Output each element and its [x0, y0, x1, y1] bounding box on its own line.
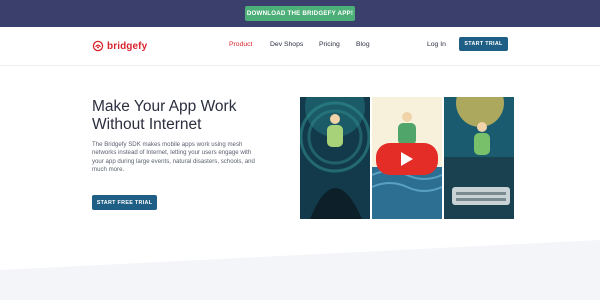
brand-logo[interactable]: bridgefy — [92, 38, 147, 54]
login-link[interactable]: Log In — [427, 41, 446, 48]
brand-name: bridgefy — [107, 40, 148, 52]
download-app-button[interactable]: DOWNLOAD THE BRIDGEFY APP! — [245, 6, 355, 21]
announcement-bar: DOWNLOAD THE BRIDGEFY APP! — [0, 0, 600, 27]
section-divider — [0, 240, 600, 300]
nav-blog[interactable]: Blog — [356, 41, 370, 48]
bridgefy-logo-icon — [92, 40, 104, 52]
main-navigation: bridgefy Product Dev Shops Pricing Blog … — [0, 27, 600, 66]
nav-dev-shops[interactable]: Dev Shops — [270, 41, 303, 48]
start-trial-button[interactable]: START TRIAL — [459, 37, 508, 51]
play-icon[interactable] — [376, 143, 438, 175]
hero-description: The Bridgefy SDK makes mobile apps work … — [92, 141, 255, 174]
hero-title: Make Your App Work Without Internet — [92, 98, 237, 133]
nav-pricing[interactable]: Pricing — [319, 41, 340, 48]
promo-video[interactable] — [300, 97, 514, 219]
start-free-trial-button[interactable]: START FREE TRIAL — [92, 195, 157, 210]
nav-product[interactable]: Product — [229, 41, 252, 48]
